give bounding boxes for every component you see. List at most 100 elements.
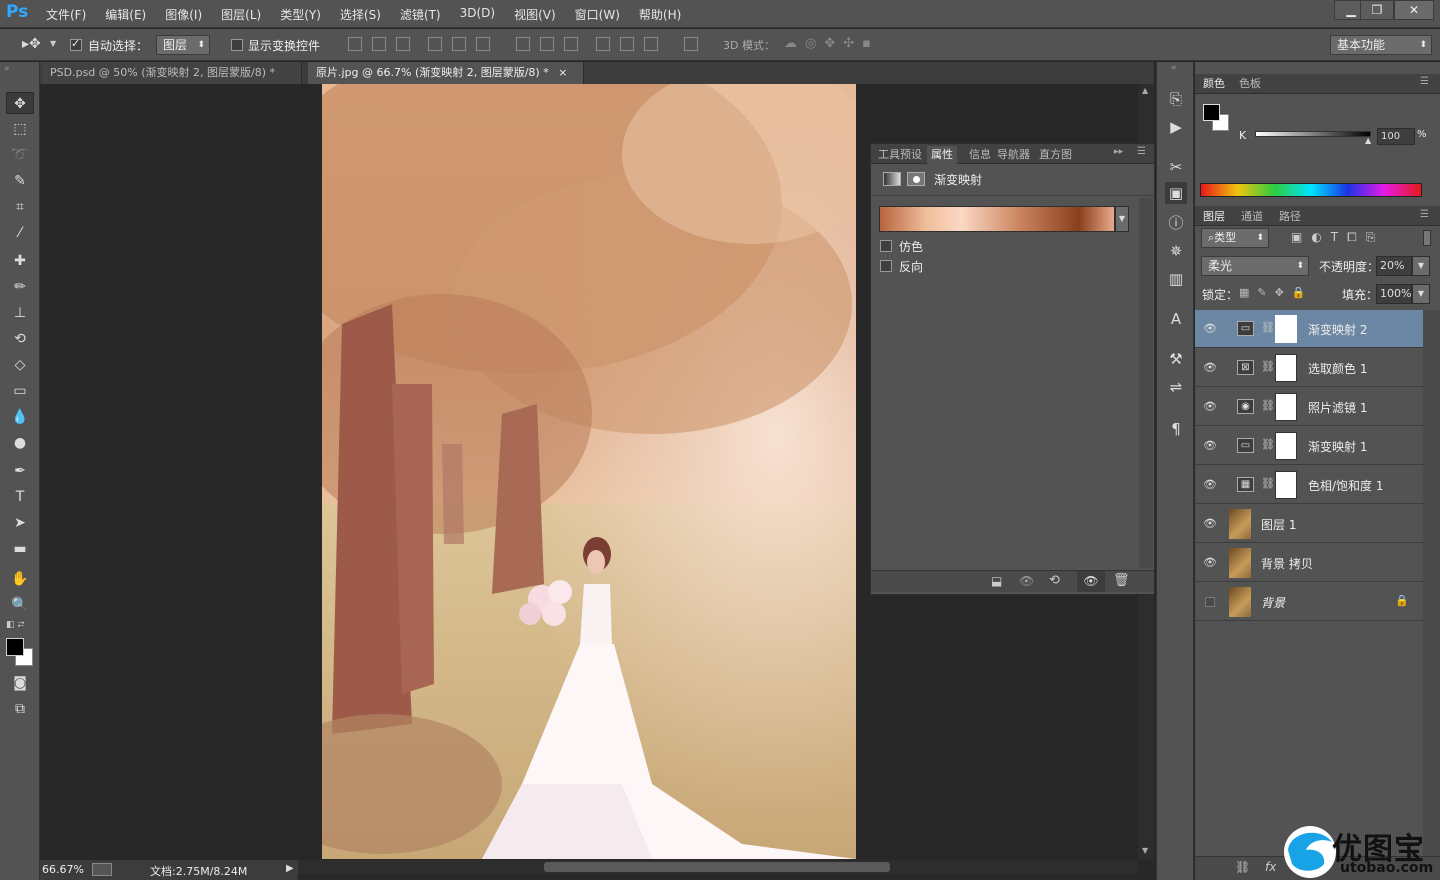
chain-link-icon[interactable]: ⛓ (1261, 399, 1275, 412)
lasso-tool-icon[interactable]: ➰ (6, 144, 34, 166)
layer-filter-icons[interactable]: ▣◐T⧠⎘ (1291, 230, 1384, 245)
close-icon[interactable]: × (558, 66, 567, 79)
menu-item[interactable]: 图层(L) (221, 6, 261, 23)
eye-icon[interactable]: 👁 (1203, 361, 1217, 374)
layer-thumbnail[interactable] (1229, 548, 1251, 578)
view-previous-icon[interactable]: 👁 (1019, 574, 1034, 588)
expand-icon[interactable]: » (4, 64, 10, 74)
layer-mask-thumbnail[interactable] (1275, 432, 1297, 460)
foreground-color-swatch[interactable] (6, 638, 24, 656)
distribute-hcenter-icon[interactable] (620, 37, 634, 51)
tool-presets-icon[interactable]: ✂ (1165, 156, 1187, 178)
tab-info[interactable]: 信息 (969, 146, 991, 164)
tab-histogram[interactable]: 直方图 (1039, 146, 1072, 164)
chain-link-icon[interactable]: ⛓ (1261, 477, 1275, 490)
layer-mask-thumbnail[interactable] (1275, 393, 1297, 421)
distribute-vcenter-icon[interactable] (540, 37, 554, 51)
layer-thumbnail[interactable] (1229, 587, 1251, 617)
align-hcenter-icon[interactable] (452, 37, 466, 51)
gradient-picker-chevron-icon[interactable]: ▼ (1115, 206, 1129, 232)
layer-thumbnail[interactable] (1229, 509, 1251, 539)
horizontal-scrollbar[interactable] (298, 860, 1138, 874)
dodge-tool-icon[interactable]: ● (6, 432, 34, 454)
layer-mask-icon[interactable] (907, 172, 925, 186)
workspace-dropdown[interactable]: 基本功能 ⬍ (1330, 35, 1432, 55)
distribute-right-icon[interactable] (644, 37, 658, 51)
menu-item[interactable]: 选择(S) (340, 6, 381, 23)
reset-icon[interactable]: ⟲ (1049, 573, 1060, 588)
paragraph-icon[interactable]: ¶ (1165, 418, 1187, 440)
close-window-button[interactable]: ✕ (1394, 0, 1434, 20)
color-fg-swatch[interactable] (1203, 104, 1220, 121)
align-right-icon[interactable] (476, 37, 490, 51)
chain-link-icon[interactable]: ⛓ (1261, 360, 1275, 373)
gradient-preview[interactable] (879, 206, 1115, 232)
doc-preview-icon[interactable] (92, 863, 112, 876)
actions-icon[interactable]: ▶ (1165, 116, 1187, 138)
tab-color[interactable]: 颜色 (1203, 75, 1225, 93)
hand-tool-icon[interactable]: ✋ (6, 568, 34, 590)
restore-button[interactable]: ❐ (1360, 0, 1394, 20)
quick-select-tool-icon[interactable]: ✎ (6, 170, 34, 192)
chain-link-icon[interactable]: ⛓ (1261, 321, 1275, 334)
menu-item[interactable]: 文件(F) (46, 6, 86, 23)
layer-row[interactable]: 👁 ⊠ ⛓ 选取颜色 1 (1195, 349, 1423, 387)
scroll-up-icon[interactable]: ▲ (1142, 86, 1148, 95)
clone-source-icon[interactable]: ⇌ (1165, 376, 1187, 398)
layer-row[interactable]: 背景 🔒 (1195, 583, 1423, 621)
histogram-icon[interactable]: ▥ (1165, 268, 1187, 290)
eye-icon[interactable]: 👁 (1203, 439, 1217, 452)
layer-row[interactable]: 👁 ◉ ⛓ 照片滤镜 1 (1195, 388, 1423, 426)
opacity-input[interactable]: 20% (1376, 256, 1412, 276)
menu-item[interactable]: 图像(I) (165, 6, 202, 23)
screen-mode-icon[interactable]: ⧉ (6, 698, 34, 720)
menu-item[interactable]: 视图(V) (514, 6, 556, 23)
menu-item[interactable]: 帮助(H) (639, 6, 681, 23)
horizontal-scroll-thumb[interactable] (544, 862, 890, 872)
menu-item[interactable]: 编辑(E) (105, 6, 146, 23)
tab-navigator[interactable]: 导航器 (997, 146, 1030, 164)
show-transform-checkbox[interactable] (231, 39, 243, 51)
trash-icon[interactable]: 🗑 (1113, 573, 1130, 588)
tab-tool-presets[interactable]: 工具预设 (878, 146, 922, 164)
shape-tool-icon[interactable]: ▬ (6, 538, 34, 560)
layer-filter-dropdown[interactable]: ⌕类型 ⬍ (1201, 228, 1269, 248)
panel-collapse-icon[interactable]: ▸▸ (1114, 147, 1123, 157)
info-icon[interactable]: ⓘ (1165, 212, 1187, 234)
brush-tool-icon[interactable]: ✏ (6, 276, 34, 298)
zoom-level[interactable]: 66.67% (42, 863, 84, 876)
dither-checkbox[interactable] (880, 240, 892, 252)
pen-tool-icon[interactable]: ✒ (6, 460, 34, 482)
fx-icon[interactable]: fx (1265, 860, 1276, 874)
type-tool-icon[interactable]: T (6, 486, 34, 508)
path-select-icon[interactable]: ➤ (6, 512, 34, 534)
layer-mask-thumbnail[interactable] (1275, 471, 1297, 499)
tab-swatches[interactable]: 色板 (1239, 75, 1261, 93)
layer-row[interactable]: 👁 ▭ ⛓ 渐变映射 1 (1195, 427, 1423, 465)
status-menu-icon[interactable]: ▶ (286, 863, 294, 874)
properties-scrollbar[interactable] (1139, 198, 1153, 568)
layers-panel-menu-icon[interactable]: ☰ (1420, 209, 1429, 220)
opacity-chevron-icon[interactable]: ▼ (1412, 256, 1430, 276)
k-slider-handle-icon[interactable]: ▲ (1365, 136, 1371, 145)
panel-menu-icon[interactable]: ☰ (1137, 146, 1146, 157)
blend-mode-dropdown[interactable]: 柔光 ⬍ (1201, 256, 1309, 276)
layer-row[interactable]: 👁 ▦ ⛓ 色相/饱和度 1 (1195, 466, 1423, 504)
move-tool-icon[interactable]: ✥ (6, 92, 34, 114)
tab-layers[interactable]: 图层 (1203, 208, 1225, 226)
align-left-icon[interactable] (428, 37, 442, 51)
eraser-tool-icon[interactable]: ◇ (6, 354, 34, 376)
quick-mask-icon[interactable]: ◙ (6, 672, 34, 694)
canvas-photo[interactable] (322, 84, 856, 859)
auto-select-target-dropdown[interactable]: 图层 ⬍ (156, 35, 210, 55)
align-vcenter-icon[interactable] (372, 37, 386, 51)
gradient-tool-icon[interactable]: ▭ (6, 380, 34, 402)
tab-psd[interactable]: PSD.psd @ 50% (渐变映射 2, 图层蒙版/8) * (42, 62, 302, 84)
history-brush-icon[interactable]: ⟲ (6, 328, 34, 350)
auto-select-checkbox[interactable] (70, 37, 82, 51)
properties-icon[interactable]: ▣ (1165, 182, 1187, 204)
layer-row[interactable]: 👁 ▭ ⛓ 渐变映射 2 (1195, 310, 1423, 348)
layer-mask-thumbnail[interactable] (1275, 315, 1297, 343)
tab-properties[interactable]: 属性 (927, 146, 957, 164)
healing-tool-icon[interactable]: ✚ (6, 250, 34, 272)
